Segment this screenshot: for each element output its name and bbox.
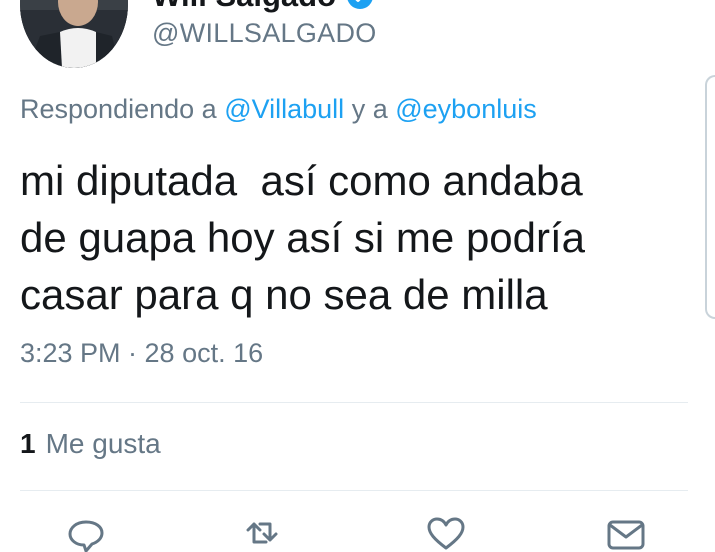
like-button[interactable] bbox=[424, 512, 468, 552]
verified-badge-icon bbox=[346, 0, 374, 10]
retweet-icon bbox=[246, 522, 278, 544]
divider bbox=[20, 490, 688, 491]
side-panel-edge bbox=[705, 75, 715, 319]
direct-message-button[interactable] bbox=[604, 512, 648, 552]
replying-connector: y a bbox=[351, 94, 388, 124]
avatar-photo bbox=[20, 0, 128, 68]
replying-prefix: Respondiendo a bbox=[20, 94, 217, 124]
replying-to: Respondiendo a @Villabull y a @eybonluis bbox=[20, 94, 537, 125]
heart-icon bbox=[427, 517, 465, 550]
reply-button[interactable] bbox=[64, 512, 108, 552]
reply-icon bbox=[68, 520, 104, 552]
tweet-timestamp[interactable]: 3:23 PM · 28 oct. 16 bbox=[20, 338, 263, 369]
tweet-text: mi diputada así como andaba de guapa hoy… bbox=[20, 152, 700, 323]
likes-summary[interactable]: 1 Me gusta bbox=[20, 428, 161, 460]
retweet-button[interactable] bbox=[240, 512, 284, 552]
likes-count: 1 bbox=[20, 428, 36, 459]
tweet-text-line: mi diputada así como andaba bbox=[20, 157, 583, 204]
mention-link-villabull[interactable]: @Villabull bbox=[224, 94, 344, 124]
divider bbox=[20, 402, 688, 403]
likes-label: Me gusta bbox=[45, 428, 161, 459]
tweet-text-line: de guapa hoy así si me podría bbox=[20, 214, 586, 261]
mention-link-eybonluis[interactable]: @eybonluis bbox=[395, 94, 537, 124]
display-name-text: Will Salgado bbox=[152, 0, 336, 14]
user-handle[interactable]: @WILLSALGADO bbox=[152, 18, 377, 49]
envelope-icon bbox=[607, 520, 645, 550]
avatar[interactable] bbox=[20, 0, 128, 68]
tweet-text-line: casar para q no sea de milla bbox=[20, 271, 548, 318]
display-name[interactable]: Will Salgado bbox=[152, 0, 374, 14]
